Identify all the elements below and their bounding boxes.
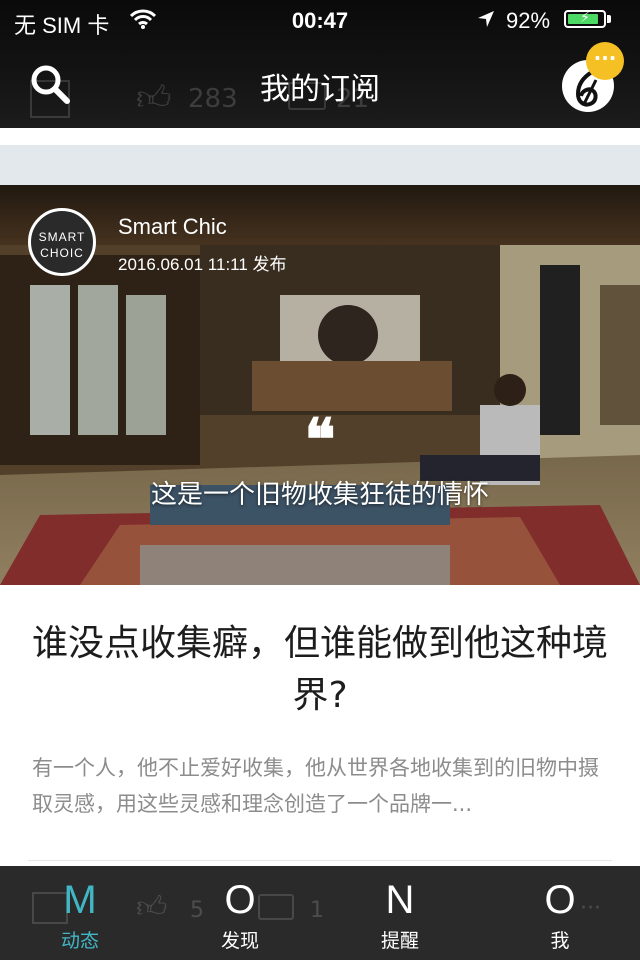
tab-me-icon: O bbox=[544, 878, 576, 922]
author-name[interactable]: Smart Chic bbox=[118, 214, 227, 240]
card-divider bbox=[28, 860, 612, 861]
tab-reminders-label: 提醒 bbox=[380, 930, 419, 952]
publish-date: 2016.06.01 11:11 发布 bbox=[118, 255, 287, 274]
status-bar: 无 SIM 卡 00:47 92% ⚡︎ bbox=[0, 0, 640, 40]
tab-me[interactable]: O 我 bbox=[496, 866, 624, 960]
author-logo[interactable]: SMART CHOIC bbox=[28, 208, 96, 276]
quote-icon: ❝ bbox=[304, 406, 336, 474]
tab-bar: 👍︎ 5 1 ··· M 动态 O 发现 N 提醒 O 我 bbox=[0, 866, 640, 960]
tab-dynamics-icon: M bbox=[63, 878, 97, 922]
battery-tip bbox=[607, 15, 611, 23]
tab-reminders-icon: N bbox=[385, 878, 415, 922]
charging-bolt-icon: ⚡︎ bbox=[580, 9, 590, 25]
tab-dynamics[interactable]: M 动态 bbox=[16, 866, 144, 960]
more-badge[interactable]: ··· bbox=[586, 42, 624, 80]
tab-discover[interactable]: O 发现 bbox=[176, 866, 304, 960]
article-title[interactable]: 谁没点收集癖，但谁能做到他这种境界? bbox=[30, 618, 610, 722]
battery-icon: ⚡︎ bbox=[564, 9, 606, 28]
tab-discover-icon: O bbox=[224, 878, 256, 922]
page-title: 我的订阅 bbox=[260, 72, 380, 107]
author-logo-line2: CHOIC bbox=[40, 246, 84, 260]
cover-quote: 这是一个旧物收集狂徒的情怀 bbox=[150, 480, 489, 510]
tab-discover-label: 发现 bbox=[220, 930, 259, 952]
top-bar: 👍︎ 283 21 无 SIM 卡 00:47 92% ⚡︎ 我的订阅 ··· bbox=[0, 0, 640, 128]
battery-percent: 92% bbox=[506, 8, 551, 33]
feed-separator bbox=[0, 145, 640, 185]
room-photo bbox=[0, 185, 640, 585]
tab-reminders[interactable]: N 提醒 bbox=[336, 866, 464, 960]
author-logo-line1: SMART bbox=[38, 230, 86, 244]
article-cover-image[interactable] bbox=[0, 185, 640, 585]
tab-me-label: 我 bbox=[550, 930, 570, 952]
article-summary[interactable]: 有一个人，他不止爱好收集，他从世界各地收集到的旧物中摄取灵感，用这些灵感和理念创… bbox=[32, 750, 610, 822]
tab-dynamics-label: 动态 bbox=[60, 930, 99, 952]
location-arrow-icon bbox=[478, 11, 494, 27]
ghost-comment-count: 1 bbox=[310, 898, 324, 923]
